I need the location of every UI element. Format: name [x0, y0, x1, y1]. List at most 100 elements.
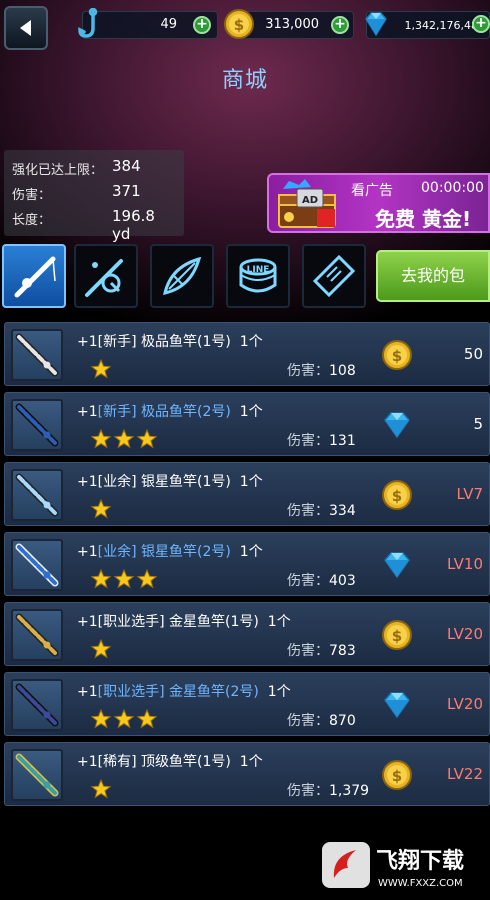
item-upgrade: +1 — [77, 544, 98, 560]
item-damage: 伤害：403 — [287, 570, 356, 590]
star-icon — [136, 708, 158, 729]
damage-label: 伤害： — [287, 643, 329, 659]
item-price[interactable]: 5 — [473, 415, 483, 433]
item-rank: [职业选手] — [97, 684, 165, 700]
item-thumbnail — [11, 469, 63, 521]
tab-fishing-rod[interactable] — [2, 244, 66, 308]
watermark-logo: 飞翔下载 WWW.FXXZ.COM — [322, 842, 464, 889]
shop-item-row[interactable]: +1[新手] 极品鱼竿(1号) 1个 伤害：108 $50 — [4, 322, 490, 386]
item-title: 金星鱼竿(1号) — [169, 614, 259, 630]
item-rank: [业余] — [97, 474, 137, 490]
item-stars — [90, 498, 114, 519]
fishing-rod-icon — [15, 473, 59, 517]
item-price[interactable]: 50 — [464, 345, 483, 363]
item-rank: [稀有] — [97, 754, 137, 770]
treasure-chest-icon: AD — [278, 179, 336, 228]
damage-label: 伤害： — [287, 713, 329, 729]
go-to-bag-button[interactable]: 去我的包 — [376, 250, 490, 302]
item-quantity: 1个 — [239, 474, 263, 490]
damage-value: 131 — [329, 433, 356, 449]
tab-ticket[interactable] — [302, 244, 366, 308]
add-gem-button[interactable]: + — [472, 15, 490, 33]
gem-icon — [365, 12, 387, 37]
bait-count: 49 — [160, 17, 177, 32]
star-icon — [90, 498, 112, 519]
item-damage: 伤害：783 — [287, 640, 356, 660]
item-price[interactable]: LV20 — [447, 695, 483, 713]
item-quantity: 1个 — [239, 404, 263, 420]
item-price[interactable]: LV7 — [456, 485, 483, 503]
gold-counter: $ 313,000 + — [224, 9, 354, 39]
damage-label: 伤害： — [287, 503, 329, 519]
back-button[interactable] — [4, 6, 48, 50]
item-damage: 伤害：870 — [287, 710, 356, 730]
stat-value: 196.8 yd — [112, 207, 155, 243]
item-quantity: 1个 — [267, 614, 291, 630]
item-thumbnail — [11, 679, 63, 731]
item-rank-name: [业余] 银星鱼竿(2号) — [98, 544, 231, 560]
gold-coin-icon: $ — [381, 479, 413, 511]
item-rank: [新手] — [97, 404, 137, 420]
item-rank: [业余] — [97, 544, 137, 560]
rod-stats-panel: 强化已达上限： 384 伤害： 371 长度： 196.8 yd — [4, 150, 184, 243]
item-rank: [职业选手] — [97, 614, 165, 630]
item-upgrade: +1 — [77, 684, 98, 700]
gem-icon — [381, 689, 413, 721]
stat-max-upgrade: 强化已达上限： 384 — [10, 156, 178, 181]
svg-text:$: $ — [392, 487, 402, 505]
item-stars — [90, 778, 114, 799]
shop-item-row[interactable]: +1[新手] 极品鱼竿(2号) 1个 伤害：131 5 — [4, 392, 490, 456]
svg-text:$: $ — [392, 627, 402, 645]
stat-label: 强化已达上限： — [12, 163, 104, 178]
svg-text:LINE: LINE — [247, 265, 270, 275]
shop-item-row[interactable]: +1[业余] 银星鱼竿(2号) 1个 伤害：403 LV10 — [4, 532, 490, 596]
item-stars — [90, 638, 114, 659]
gold-coin-icon: $ — [381, 619, 413, 651]
item-upgrade: +1 — [77, 474, 98, 490]
item-rank-name: [职业选手] 金星鱼竿(2号) — [98, 684, 259, 700]
damage-value: 108 — [329, 363, 356, 379]
back-arrow-icon — [20, 20, 31, 36]
star-icon — [113, 708, 135, 729]
item-damage: 伤害：108 — [287, 360, 356, 380]
damage-value: 1,379 — [329, 783, 370, 799]
fishing-rod-icon — [15, 403, 59, 447]
star-icon — [90, 778, 112, 799]
item-quantity: 1个 — [239, 754, 263, 770]
item-thumbnail — [11, 539, 63, 591]
shop-item-row[interactable]: +1[职业选手] 金星鱼竿(2号) 1个 伤害：870 LV20 — [4, 672, 490, 736]
item-rank-name: [稀有] 顶级鱼竿(1号) — [98, 754, 231, 770]
item-rank-name: [新手] 极品鱼竿(2号) — [98, 404, 231, 420]
item-rank-name: [职业选手] 金星鱼竿(1号) — [98, 614, 259, 630]
bait-counter: 49 + — [78, 8, 218, 39]
item-thumbnail — [11, 749, 63, 801]
tab-reel[interactable] — [74, 244, 138, 308]
fishing-rod-icon — [15, 683, 59, 727]
ad-badge: AD — [302, 195, 318, 206]
item-thumbnail — [11, 329, 63, 381]
shop-item-row[interactable]: +1[稀有] 顶级鱼竿(1号) 1个 伤害：1,379 $ LV22 — [4, 742, 490, 806]
item-upgrade: +1 — [77, 614, 98, 630]
damage-value: 403 — [329, 573, 356, 589]
item-thumbnail — [11, 399, 63, 451]
item-upgrade: +1 — [77, 404, 98, 420]
gold-coin-icon: $ — [224, 9, 254, 39]
item-price[interactable]: LV20 — [447, 625, 483, 643]
item-price[interactable]: LV10 — [447, 555, 483, 573]
star-icon — [90, 358, 112, 379]
shop-item-row[interactable]: +1[职业选手] 金星鱼竿(1号) 1个伤害：783 $ LV20 — [4, 602, 490, 666]
item-title: 银星鱼竿(1号) — [141, 474, 231, 490]
star-icon — [90, 428, 112, 449]
add-gold-button[interactable]: + — [331, 16, 349, 34]
item-rank-name: [新手] 极品鱼竿(1号) — [98, 334, 231, 350]
item-upgrade: +1 — [77, 334, 98, 350]
star-icon — [136, 428, 158, 449]
line-spool-icon: LINE — [239, 258, 277, 293]
watch-ad-banner[interactable]: AD 看广告 00:00:00 免费 黄金! — [267, 173, 490, 233]
item-title: 金星鱼竿(2号) — [169, 684, 259, 700]
tab-line[interactable]: LINE — [226, 244, 290, 308]
tab-float[interactable] — [150, 244, 214, 308]
item-price[interactable]: LV22 — [447, 765, 483, 783]
add-bait-button[interactable]: + — [193, 16, 211, 34]
shop-item-row[interactable]: +1[业余] 银星鱼竿(1号) 1个 伤害：334 $ LV7 — [4, 462, 490, 526]
